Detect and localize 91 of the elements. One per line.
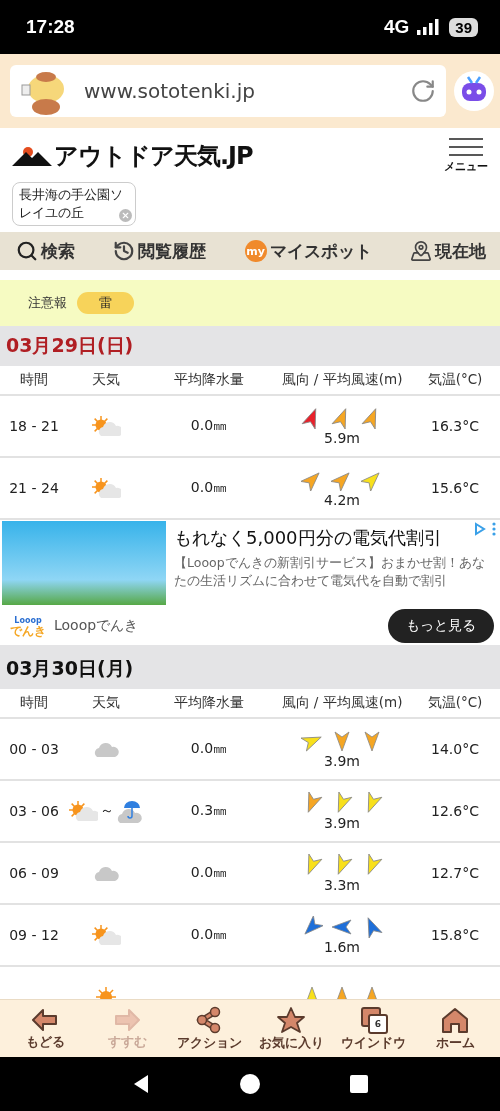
nav-label: 閲覧履歴	[138, 239, 207, 263]
column-header: 風向 / 平均風速(m)	[281, 371, 403, 389]
precipitation-cell: 0.0㎜	[190, 740, 228, 758]
battery-level: 39	[449, 17, 478, 37]
nav-link[interactable]: my マイスポット	[244, 239, 372, 263]
weather-separator: ～	[100, 802, 114, 820]
date-header: 03月30日(月)	[0, 649, 500, 689]
temperature-cell: 14.0°C	[431, 741, 479, 757]
nav-label: 現在地	[435, 239, 486, 263]
precipitation-cell: 0.0㎜	[190, 926, 228, 944]
play-triangle-icon[interactable]	[474, 522, 486, 536]
wind-speed: 4.2m	[324, 491, 360, 508]
my-badge: my	[244, 240, 267, 262]
status-time: 17:28	[26, 16, 75, 38]
column-header: 気温(°C)	[427, 371, 483, 389]
column-header: 天気	[92, 694, 120, 712]
nav-link[interactable]: 閲覧履歴	[113, 239, 207, 263]
time-cell: 18 - 21	[9, 418, 59, 434]
date-header: 03月29日(日)	[0, 326, 500, 366]
temperature-cell: 12.6°C	[431, 803, 479, 819]
sun-cloud-icon	[91, 476, 121, 500]
toolbar-button[interactable]: お気に入り	[253, 1005, 329, 1052]
precipitation-cell: 0.0㎜	[190, 417, 228, 435]
more-button[interactable]: もっと見る	[388, 608, 494, 643]
alert-label: 注意報	[28, 294, 67, 312]
wind-speed: 1.6m	[324, 938, 360, 955]
left-arrow-icon	[30, 1006, 60, 1033]
site-logo[interactable]: アウトドア天気.JP	[54, 140, 253, 172]
time-cell: 03 - 06	[9, 803, 59, 819]
umbrella-cloud-icon	[116, 798, 144, 824]
time-cell: 21 - 24	[9, 480, 59, 496]
url-text: www.sototenki.jp	[84, 79, 256, 103]
wind-speed: 5.9m	[324, 429, 360, 446]
sun-cloud-icon	[91, 414, 121, 438]
clear-icon[interactable]	[119, 209, 132, 222]
precipitation-cell: 0.0㎜	[190, 864, 228, 882]
location-chip[interactable]: 長井海の手公園ソレイユの丘	[12, 182, 136, 226]
advertiser-logo-text: でんき	[10, 625, 46, 636]
toolbar-button[interactable]: アクション	[171, 1005, 247, 1052]
toolbar-button[interactable]: 6 ウインドウ	[335, 1005, 411, 1052]
nav-label: マイスポット	[269, 239, 372, 263]
clock-icon	[113, 240, 136, 262]
sun-cloud-icon	[68, 799, 98, 823]
column-header: 風向 / 平均風速(m)	[281, 694, 403, 712]
precipitation-cell: 0.0㎜	[190, 479, 228, 497]
mountain-logo-icon	[12, 144, 52, 168]
network-label: 4G	[383, 16, 410, 38]
alert-tag: 雷	[77, 292, 134, 314]
window-count: 6	[368, 1013, 388, 1034]
precipitation-cell: 0.3㎜	[190, 802, 228, 820]
column-header: 平均降水量	[174, 371, 244, 389]
column-header: 天気	[92, 371, 120, 389]
column-header: 平均降水量	[174, 694, 244, 712]
star-icon	[276, 1005, 306, 1034]
menu-icon	[449, 138, 483, 156]
advertiser-name: Looopでんき	[54, 616, 140, 635]
right-arrow-icon	[112, 1006, 142, 1033]
nav-label: 検索	[41, 239, 75, 263]
ad-description: 【Looopでんきの新割引サービス】おまかせ割！あなたの生活リズムに合わせて電気代を自動で割引	[174, 554, 486, 590]
home-icon	[440, 1005, 470, 1034]
search-icon	[16, 240, 38, 262]
column-header: 時間	[20, 694, 48, 712]
nav-link[interactable]: 現在地	[410, 239, 486, 263]
share-icon	[195, 1005, 223, 1034]
advertiser-logo-text: Looop	[14, 615, 42, 625]
sun-cloud-icon	[91, 923, 121, 947]
temperature-cell: 16.3°C	[431, 418, 479, 434]
ad-title: もれなく5,000円分の電気代割引	[174, 526, 443, 550]
time-cell: 06 - 09	[9, 865, 59, 881]
back-triangle-icon[interactable]	[132, 1074, 150, 1094]
temperature-cell: 15.8°C	[431, 927, 479, 943]
menu-button[interactable]: メニュー	[444, 138, 488, 174]
toolbar-button[interactable]: もどる	[7, 1006, 83, 1051]
signal-icon	[417, 19, 442, 35]
toolbar-button[interactable]: ホーム	[417, 1005, 493, 1052]
column-header: 気温(°C)	[427, 694, 483, 712]
column-header: 時間	[20, 371, 48, 389]
wind-speed: 3.9m	[324, 752, 360, 769]
wind-speed: 3.3m	[324, 876, 360, 893]
nav-link[interactable]: 検索	[16, 239, 75, 263]
robot-icon[interactable]	[454, 71, 494, 111]
temperature-cell: 12.7°C	[431, 865, 479, 881]
time-cell: 00 - 03	[9, 741, 59, 757]
time-cell: 09 - 12	[9, 927, 59, 943]
more-icon[interactable]	[492, 522, 496, 536]
map-pin-icon	[410, 240, 432, 262]
wind-speed: 3.9m	[324, 814, 360, 831]
reload-icon[interactable]	[410, 78, 436, 104]
home-circle-icon[interactable]	[240, 1074, 260, 1094]
url-field[interactable]: www.sototenki.jp	[10, 65, 446, 117]
temperature-cell: 15.6°C	[431, 480, 479, 496]
